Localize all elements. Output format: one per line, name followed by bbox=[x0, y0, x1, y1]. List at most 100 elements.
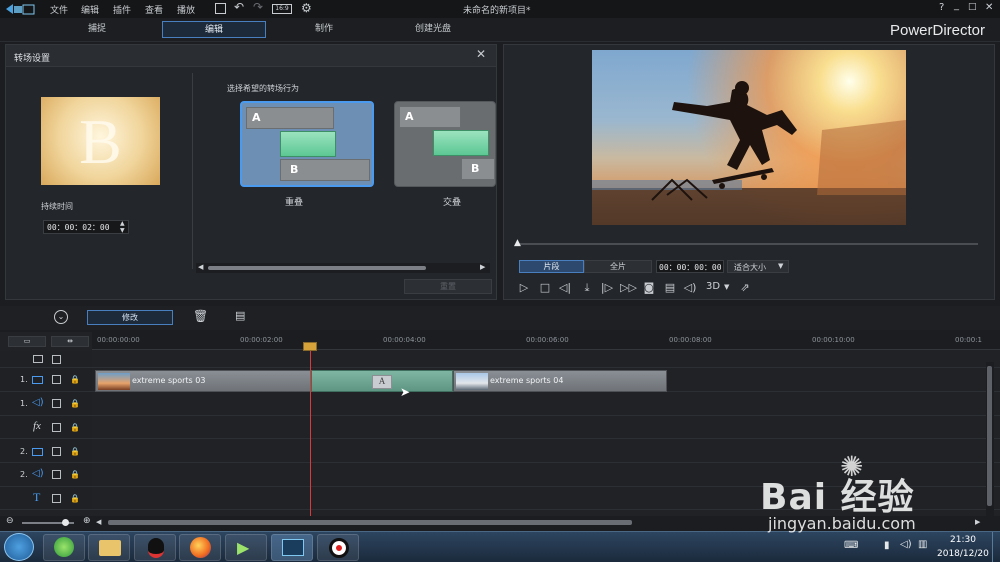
menu-view[interactable]: 查看 bbox=[145, 3, 163, 16]
more-functions-icon[interactable]: ▤ bbox=[235, 309, 245, 322]
threed-toggle[interactable]: 3D bbox=[706, 281, 720, 292]
taskbar-powerdirector[interactable] bbox=[271, 534, 313, 561]
track-manager-button[interactable]: ▭ bbox=[8, 336, 46, 347]
menu-file[interactable]: 文件 bbox=[50, 3, 68, 16]
tab-capture[interactable]: 捕捉 bbox=[45, 21, 149, 38]
next-frame-icon[interactable]: |▷ bbox=[600, 281, 614, 295]
taskbar-explorer[interactable] bbox=[88, 534, 130, 561]
transition-thumbnail: A bbox=[372, 375, 392, 389]
duration-input[interactable]: 00：00：02：00 ▲ ▼ bbox=[43, 220, 129, 234]
zoom-in-icon[interactable]: ⊕ bbox=[83, 516, 91, 526]
restore-button[interactable]: □ bbox=[968, 2, 977, 12]
track-enable-checkbox[interactable] bbox=[52, 399, 61, 408]
zoom-out-icon[interactable]: ⊖ bbox=[6, 516, 14, 526]
fast-forward-icon[interactable]: ▷▷ bbox=[620, 281, 637, 295]
help-button[interactable]: ? bbox=[939, 2, 944, 13]
zoom-slider-handle[interactable] bbox=[62, 519, 69, 526]
subtitle-icon[interactable]: ▤ bbox=[663, 281, 677, 295]
lock-icon[interactable]: 🔒 bbox=[70, 494, 80, 503]
skater-silhouette-image bbox=[592, 81, 906, 225]
video-clip[interactable]: extreme sports 04 bbox=[453, 370, 667, 392]
transition-clip[interactable]: A bbox=[311, 370, 453, 392]
network-icon[interactable]: ▮ bbox=[884, 540, 890, 551]
track-enable-checkbox[interactable] bbox=[52, 447, 61, 456]
panel-divider bbox=[192, 73, 193, 269]
lock-icon[interactable]: 🔒 bbox=[70, 423, 80, 432]
option-overlap[interactable]: A B bbox=[240, 101, 374, 187]
taskbar-firefox[interactable] bbox=[179, 534, 221, 561]
prev-frame-icon[interactable]: ◁| bbox=[558, 281, 572, 295]
volume-tray-icon[interactable]: ◁) bbox=[900, 539, 912, 550]
tab-edit[interactable]: 编辑 bbox=[162, 21, 266, 38]
scrollbar-thumb[interactable] bbox=[208, 266, 426, 270]
options-scrollbar[interactable]: ◀ ▶ bbox=[196, 263, 490, 273]
start-button[interactable] bbox=[4, 533, 34, 561]
lock-icon[interactable]: 🔒 bbox=[70, 399, 80, 408]
stop-icon[interactable]: □ bbox=[538, 281, 552, 295]
hscroll-left-icon[interactable]: ◀ bbox=[96, 518, 101, 526]
scrub-handle-icon[interactable]: ▲ bbox=[514, 238, 521, 248]
track-enable-checkbox[interactable] bbox=[52, 494, 61, 503]
playhead-line[interactable] bbox=[310, 346, 311, 518]
volume-icon[interactable]: ◁) bbox=[683, 281, 697, 295]
timeline-ruler[interactable]: 00:00:00:00 00:00:02:00 00:00:04:00 00:0… bbox=[92, 332, 1000, 350]
hscroll-thumb[interactable] bbox=[108, 520, 632, 525]
minimize-button[interactable]: _ bbox=[954, 0, 959, 11]
lock-icon[interactable]: 🔒 bbox=[70, 447, 80, 456]
lock-icon[interactable]: 🔒 bbox=[70, 375, 80, 384]
keyboard-icon[interactable]: ⌨ bbox=[844, 540, 858, 551]
clip-label: extreme sports 04 bbox=[490, 376, 564, 385]
all-tracks-checkbox[interactable] bbox=[52, 355, 61, 364]
taskbar-360-browser[interactable] bbox=[43, 534, 85, 561]
menu-plugins[interactable]: 插件 bbox=[113, 3, 131, 16]
aspect-ratio-icon[interactable]: 16:9 bbox=[272, 4, 292, 14]
scroll-left-icon[interactable]: ◀ bbox=[198, 263, 203, 271]
taskbar-recorder[interactable] bbox=[317, 534, 359, 561]
power-tray-icon[interactable]: ▥ bbox=[918, 539, 927, 550]
menu-edit[interactable]: 编辑 bbox=[81, 3, 99, 16]
track-enable-checkbox[interactable] bbox=[52, 470, 61, 479]
ruler-tick: 00:00:00:00 bbox=[97, 336, 140, 344]
save-icon[interactable] bbox=[215, 3, 226, 14]
timecode-display[interactable]: 00：00：00：00 bbox=[656, 260, 724, 273]
lock-icon[interactable]: 🔒 bbox=[70, 470, 80, 479]
duration-value: 00：00：02：00 bbox=[47, 223, 110, 232]
snapshot-icon[interactable]: ◙ bbox=[642, 281, 656, 295]
option-cross[interactable]: A B bbox=[394, 101, 496, 187]
play-icon[interactable]: ▷ bbox=[517, 281, 531, 295]
tab-create-disc[interactable]: 创建光盘 bbox=[381, 21, 485, 38]
ruler-tick: 00:00:06:00 bbox=[526, 336, 569, 344]
preview-scrub-track[interactable] bbox=[516, 243, 978, 245]
threed-dropdown-icon[interactable]: ▼ bbox=[724, 283, 729, 291]
track-enable-checkbox[interactable] bbox=[52, 423, 61, 432]
fit-size-dropdown[interactable]: 适合大小 ▼ bbox=[727, 260, 789, 273]
spin-up-icon[interactable]: ▲ bbox=[120, 220, 125, 227]
undo-icon[interactable]: ↶ bbox=[234, 0, 244, 14]
track-label bbox=[0, 351, 92, 367]
undock-icon[interactable]: ⇗ bbox=[738, 281, 752, 295]
taskbar-media-app[interactable]: ▶ bbox=[225, 534, 267, 561]
close-icon[interactable]: ✕ bbox=[476, 47, 486, 61]
scroll-right-icon[interactable]: ▶ bbox=[480, 263, 485, 271]
track-enable-checkbox[interactable] bbox=[52, 375, 61, 384]
mark-in-icon[interactable]: ⤓ bbox=[580, 281, 594, 295]
redo-icon[interactable]: ↷ bbox=[253, 0, 263, 14]
mode-movie-button[interactable]: 全片 bbox=[584, 260, 652, 273]
mode-clip-button[interactable]: 片段 bbox=[519, 260, 584, 273]
settings-icon[interactable]: ⚙ bbox=[301, 1, 312, 15]
taskbar-qq[interactable] bbox=[134, 534, 176, 561]
collapse-icon[interactable]: ⌄ bbox=[54, 310, 68, 324]
menu-play[interactable]: 播放 bbox=[177, 3, 195, 16]
video-clip[interactable]: extreme sports 03 bbox=[95, 370, 311, 392]
playhead-marker[interactable] bbox=[303, 342, 317, 351]
modify-button[interactable]: 修改 bbox=[87, 310, 173, 325]
reset-button[interactable]: 重置 bbox=[404, 279, 492, 294]
close-button[interactable]: ✕ bbox=[985, 2, 993, 13]
baidu-watermark: ✺ Bai 经验 jingyan.baidu.com bbox=[760, 450, 995, 540]
spin-down-icon[interactable]: ▼ bbox=[120, 227, 125, 234]
tab-produce[interactable]: 制作 bbox=[272, 21, 376, 38]
fit-timeline-button[interactable]: ⇹ bbox=[51, 336, 89, 347]
clock-date[interactable]: 2018/12/20 bbox=[937, 549, 989, 559]
option-overlap-label: 重叠 bbox=[285, 198, 304, 208]
trash-icon[interactable]: 🗑 bbox=[193, 309, 208, 323]
